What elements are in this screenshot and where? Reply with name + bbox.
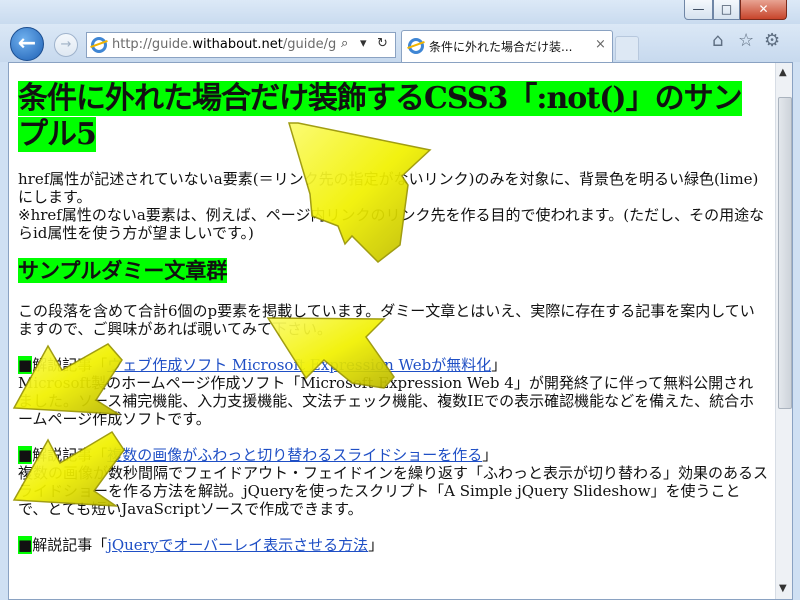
section-intro: この段落を含めて合計6個のp要素を掲載しています。ダミー文章とはいえ、実際に存在… [18,302,755,338]
maximize-button[interactable]: □ [713,0,740,20]
intro-line-1: href属性が記述されていないa要素(＝リンク先の指定がないリンク)のみを対象に… [18,170,759,206]
address-bar[interactable]: http://guide.withabout.net/guide/g ⌕ ▾ ↻ [86,32,396,58]
scroll-up-icon[interactable]: ▲ [779,67,787,78]
dropdown-icon[interactable]: ▾ [360,36,367,51]
article-prefix: 解説記事「 [32,536,108,554]
article-body: Microsoft製のホームページ作成ソフト「Microsoft Express… [18,374,755,428]
favorites-icon[interactable]: ☆ [738,30,754,51]
home-icon[interactable]: ⌂ [712,30,723,51]
tools-gear-icon[interactable]: ⚙ [764,30,780,51]
search-icon[interactable]: ⌕ [341,36,348,51]
page-viewport: 条件に外れた場合だけ装飾するCSS3「:not()」のサンプル5 href属性が… [8,62,793,600]
article-suffix: 」 [491,356,507,374]
new-tab-button[interactable] [615,36,639,60]
article-link[interactable]: 複数の画像がふわっと切り替わるスライドショーを作る [107,446,482,464]
vertical-scrollbar[interactable]: ▲ ▼ [775,63,792,599]
scroll-down-icon[interactable]: ▼ [779,583,787,594]
section-title-text: サンプルダミー文章群 [18,258,228,283]
article-prefix: 解説記事「 [32,446,108,464]
minimize-button[interactable]: — [684,0,713,20]
scroll-thumb[interactable] [778,97,792,409]
article-suffix: 」 [368,536,384,554]
close-window-button[interactable]: ✕ [740,0,787,20]
article-suffix: 」 [482,446,498,464]
article-body: 複数の画像が数秒間隔でフェイドアウト・フェイドインを繰り返す「ふわっと表示が切り… [18,464,769,518]
address-prefix: http://guide. [112,37,193,52]
section-title: サンプルダミー文章群 [18,258,768,284]
navigation-bar: ← → http://guide.withabout.net/guide/g ⌕… [0,24,800,62]
article-link[interactable]: ウェブ作成ソフト Microsoft Expression Webが無料化 [107,356,491,374]
article-marker: ■ [18,446,33,464]
address-domain: withabout.net [192,37,283,52]
forward-button[interactable]: → [54,33,78,57]
ie-page-icon [91,37,107,53]
tab-title: 条件に外れた場合だけ装... [429,40,573,54]
tab-close-icon[interactable]: × [595,37,606,52]
back-button[interactable]: ← [10,27,44,61]
intro-line-2: ※href属性のないa要素は、例えば、ページ内リンクのリンク先を作る目的で使われ… [18,206,765,242]
article-marker: ■ [18,536,33,554]
page-title-text: 条件に外れた場合だけ装飾するCSS3「:not()」のサンプル5 [18,81,743,152]
article-item: ■解説記事「複数の画像がふわっと切り替わるスライドショーを作る」 複数の画像が数… [18,446,768,518]
page-title: 条件に外れた場合だけ装飾するCSS3「:not()」のサンプル5 [18,81,768,153]
article-marker: ■ [18,356,33,374]
refresh-icon[interactable]: ↻ [377,36,388,51]
tab-active[interactable]: 条件に外れた場合だけ装... × [401,30,613,62]
address-text[interactable]: http://guide.withabout.net/guide/g [112,37,337,52]
title-bar: — □ ✕ [0,0,800,24]
article-prefix: 解説記事「 [32,356,108,374]
article-link[interactable]: jQueryでオーバーレイ表示させる方法 [107,536,368,554]
address-suffix: /guide/g [282,37,337,52]
article-item: ■解説記事「jQueryでオーバーレイ表示させる方法」 [18,536,768,554]
tab-ie-icon [408,38,424,54]
intro-paragraph: href属性が記述されていないa要素(＝リンク先の指定がないリンク)のみを対象に… [18,170,768,242]
article-item: ■解説記事「ウェブ作成ソフト Microsoft Expression Webが… [18,356,768,428]
page-content: 条件に外れた場合だけ装飾するCSS3「:not()」のサンプル5 href属性が… [18,81,768,554]
